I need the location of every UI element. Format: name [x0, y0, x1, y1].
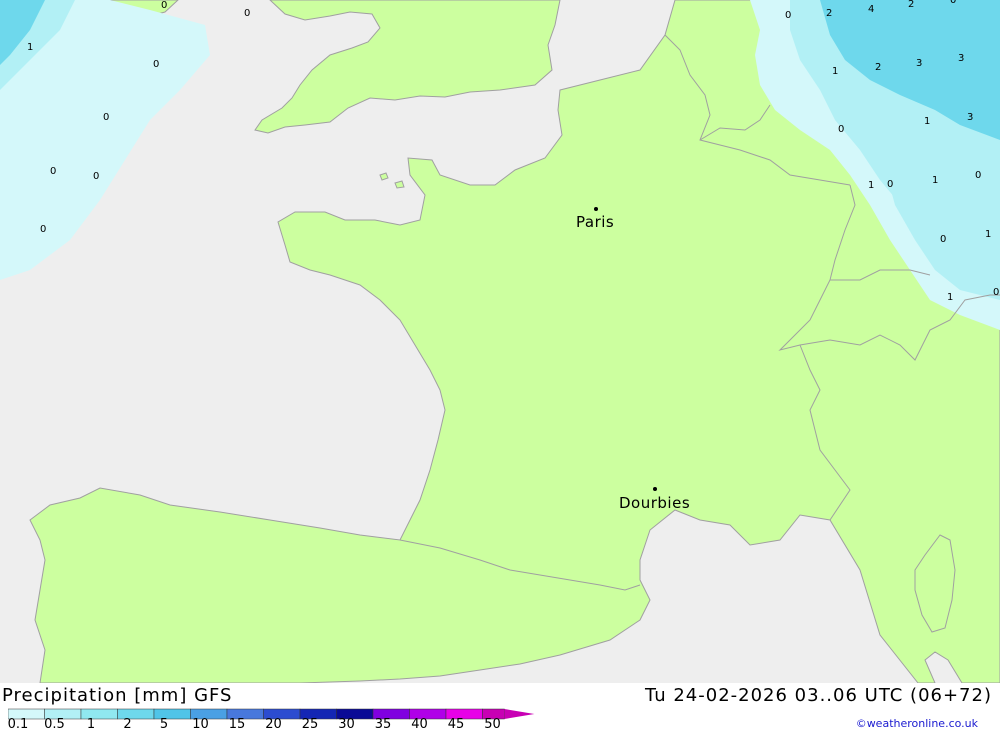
precip-value-label: 1 — [832, 66, 838, 77]
scale-tick-label: 30 — [338, 717, 355, 732]
precip-value-label: 0 — [993, 287, 999, 298]
valid-time: Tu 24-02-2026 03..06 UTC (06+72) — [644, 685, 992, 706]
precip-value-label: 0 — [50, 166, 56, 177]
precip-value-label: 0 — [940, 234, 946, 245]
legend-bar: Precipitation [mm] GFS Tu 24-02-2026 03.… — [0, 683, 1000, 733]
credit-link[interactable]: ©weatheronline.co.uk — [856, 717, 978, 730]
scale-arrow — [504, 709, 535, 719]
precip-value-label: 3 — [916, 58, 922, 69]
scale-tick-label: 50 — [484, 717, 501, 732]
scale-tick-label: 0.1 — [7, 717, 29, 732]
precip-value-label: 4 — [868, 4, 874, 15]
scale-tick-label: 35 — [374, 717, 392, 732]
city-marker-paris — [594, 207, 598, 211]
precip-value-label: 2 — [826, 8, 832, 19]
scale-tick-label: 0.5 — [44, 717, 65, 732]
precip-value-label: 0 — [40, 224, 46, 235]
scale-tick-label: 25 — [301, 717, 319, 732]
scale-tick-label: 2 — [123, 717, 132, 732]
precip-value-label: 1 — [868, 180, 874, 191]
precip-value-label: 3 — [958, 53, 964, 64]
scale-tick-label: 15 — [228, 717, 246, 732]
legend-title: Precipitation [mm] GFS — [2, 685, 233, 706]
scale-tick-label: 40 — [411, 717, 428, 732]
city-label-paris: Paris — [576, 213, 614, 231]
precip-value-label: 2 — [875, 62, 881, 73]
precip-value-label: 0 — [93, 171, 99, 182]
scale-tick-label: 1 — [86, 717, 96, 732]
precip-value-label: 0 — [785, 10, 791, 21]
city-marker-dourbies — [653, 487, 657, 491]
scale-tick-label: 45 — [447, 717, 465, 732]
precip-value-label: 1 — [924, 116, 930, 127]
precip-value-label: 1 — [27, 42, 33, 53]
precipitation-map: 0 0 1 0 0 0 0 0 0 0 2 4 2 0 1 2 3 3 0 1 3 0 1 0 1 1 1 0 Paris Dourb… — [0, 0, 1000, 684]
scale-tick-label: 5 — [159, 717, 169, 732]
precip-value-label: 0 — [950, 0, 956, 6]
precip-value-label: 1 — [985, 229, 991, 240]
precip-value-label: 0 — [161, 0, 167, 11]
precip-value-label: 0 — [838, 124, 844, 135]
precip-value-label: 0 — [975, 170, 981, 181]
scale-tick-label: 10 — [192, 717, 209, 732]
precip-value-label: 1 — [932, 175, 938, 186]
precip-value-label: 0 — [103, 112, 109, 123]
precip-value-label: 1 — [947, 292, 953, 303]
precip-value-label: 2 — [908, 0, 914, 10]
precip-value-label: 0 — [153, 59, 159, 70]
precip-value-label: 0 — [887, 179, 893, 190]
precip-value-label: 3 — [967, 112, 973, 123]
scale-tick-label: 20 — [265, 717, 282, 732]
precip-value-label: 0 — [244, 8, 250, 19]
city-label-dourbies: Dourbies — [619, 494, 690, 512]
